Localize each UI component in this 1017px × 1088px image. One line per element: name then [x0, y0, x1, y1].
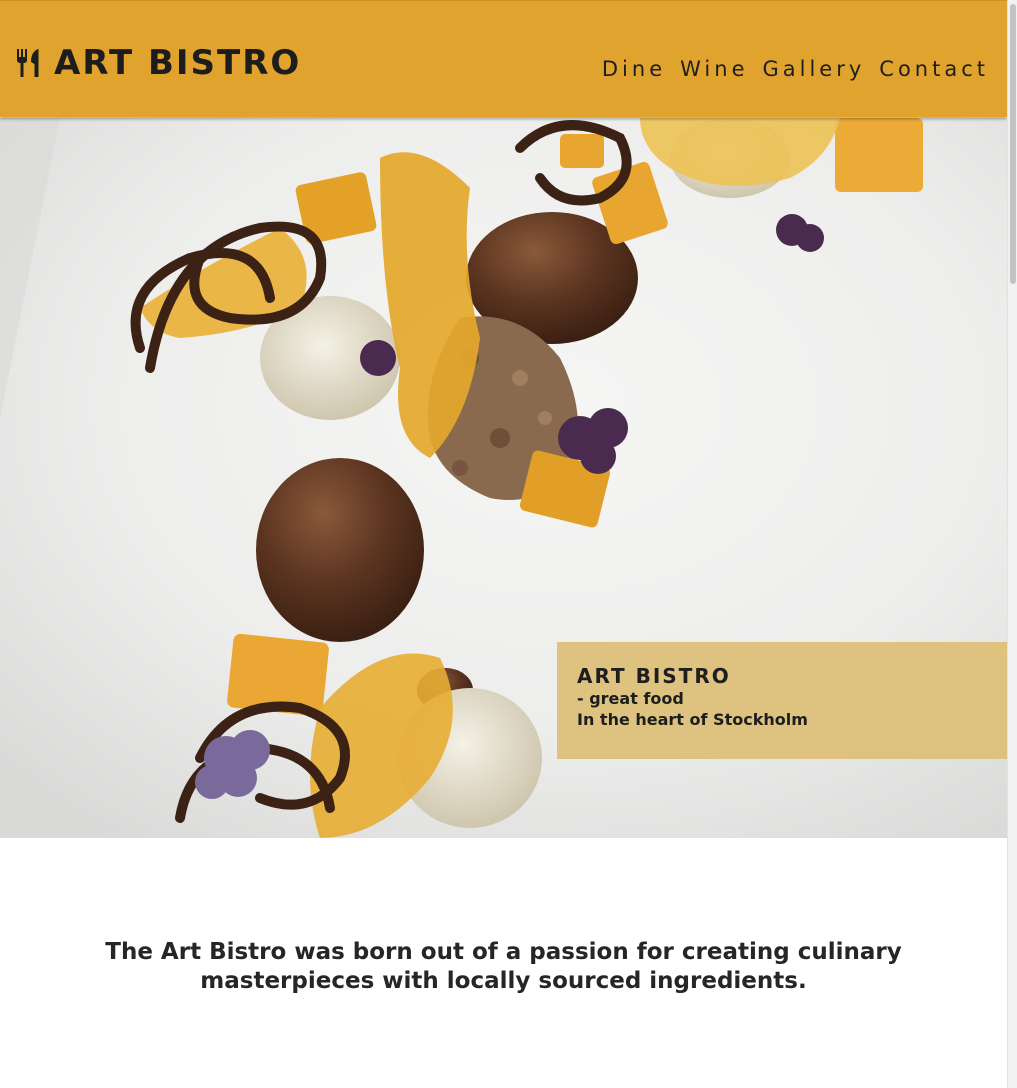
scrollbar-thumb[interactable]	[1010, 4, 1016, 284]
brand-name: ART BISTRO	[54, 43, 302, 83]
nav-link-dine[interactable]: Dine	[602, 55, 666, 83]
fork-knife-icon	[17, 49, 39, 77]
hero-caption: ART BISTRO - great food In the heart of …	[557, 642, 1007, 759]
caption-title: ART BISTRO	[577, 664, 731, 688]
caption-location: In the heart of Stockholm	[577, 710, 808, 729]
nav-link-wine[interactable]: Wine	[680, 55, 748, 83]
site-header: ART BISTRO Dine Wine Gallery Contact	[0, 0, 1007, 117]
brand-logo[interactable]: ART BISTRO	[16, 43, 301, 83]
intro-text: The Art Bistro was born out of a passion…	[105, 939, 902, 994]
caption-tagline: - great food	[577, 689, 684, 708]
nav-link-gallery[interactable]: Gallery	[763, 55, 866, 83]
page-scrollbar[interactable]	[1007, 0, 1017, 1088]
hero-section: ART BISTRO - great food In the heart of …	[0, 118, 1007, 838]
main-nav: Dine Wine Gallery Contact	[588, 55, 989, 83]
nav-link-contact[interactable]: Contact	[879, 55, 989, 83]
page: ART BISTRO Dine Wine Gallery Contact ART…	[0, 0, 1007, 1088]
